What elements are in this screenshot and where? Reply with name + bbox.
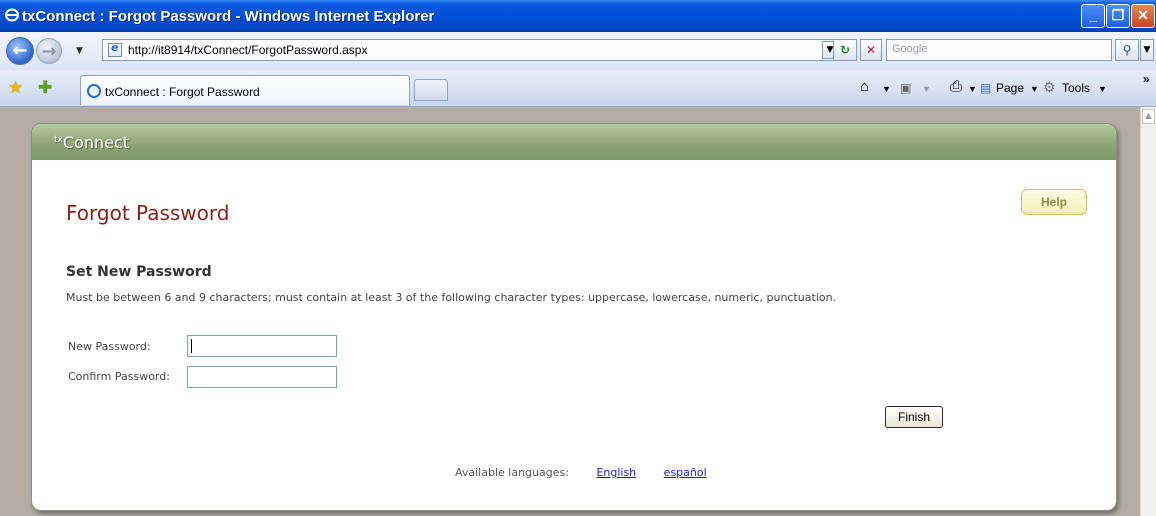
- page-menu-button[interactable]: Page: [996, 81, 1024, 95]
- vertical-scrollbar[interactable]: ▲: [1140, 107, 1156, 516]
- page-icon-toolbar: ▤: [980, 81, 992, 95]
- search-options-button[interactable]: ▼: [1140, 39, 1154, 61]
- home-dropdown-icon[interactable]: ▼: [882, 84, 891, 94]
- home-icon[interactable]: ⌂: [860, 78, 869, 95]
- stop-button[interactable]: ✕: [860, 39, 882, 61]
- confirm-password-label: Confirm Password:: [68, 370, 170, 383]
- gear-icon: ⚙: [1043, 79, 1056, 95]
- address-toolbar: ← → ▼ http://it8914/txConnect/ForgotPass…: [0, 32, 1156, 70]
- tools-menu-button[interactable]: Tools: [1062, 81, 1090, 95]
- tab-toolbar: ★ ✚ txConnect : Forgot Password ⌂ ▼ ▣ ▼ …: [0, 70, 1156, 107]
- close-button[interactable]: ✕: [1131, 4, 1155, 28]
- print-dropdown-icon[interactable]: ▼: [968, 84, 977, 94]
- content-card: txConnect Forgot Password Help Set New P…: [31, 123, 1117, 511]
- finish-button[interactable]: Finish: [885, 406, 943, 428]
- overflow-chevron-icon[interactable]: »: [1143, 72, 1150, 86]
- page-title: Forgot Password: [66, 201, 230, 225]
- help-button[interactable]: Help: [1021, 189, 1087, 215]
- feeds-dropdown-icon[interactable]: ▼: [922, 84, 931, 94]
- address-input[interactable]: http://it8914/txConnect/ForgotPassword.a…: [102, 39, 848, 61]
- address-url: http://it8914/txConnect/ForgotPassword.a…: [128, 43, 368, 57]
- internet-explorer-icon: [5, 8, 19, 22]
- new-password-field[interactable]: [187, 335, 337, 357]
- restore-button[interactable]: ❐: [1106, 4, 1130, 28]
- forward-arrow-icon: →: [41, 41, 57, 62]
- language-link-english[interactable]: English: [596, 466, 636, 479]
- tab-label: txConnect : Forgot Password: [105, 85, 260, 99]
- brand-logo: txConnect: [54, 133, 130, 152]
- scroll-up-icon[interactable]: ▲: [1142, 109, 1155, 124]
- back-arrow-icon: ←: [12, 40, 28, 61]
- card-header: txConnect: [32, 124, 1116, 160]
- tools-dropdown-icon[interactable]: ▼: [1098, 84, 1107, 94]
- add-favorite-icon[interactable]: ✚: [38, 78, 52, 98]
- feeds-icon[interactable]: ▣: [900, 81, 911, 95]
- favorites-star-icon[interactable]: ★: [8, 78, 23, 98]
- tab-active[interactable]: txConnect : Forgot Password: [80, 75, 410, 105]
- page-dropdown-icon[interactable]: ▼: [1030, 84, 1039, 94]
- window-title: txConnect : Forgot Password - Windows In…: [22, 8, 435, 25]
- refresh-button[interactable]: ↻: [833, 39, 857, 61]
- history-dropdown-icon[interactable]: ▼: [76, 46, 83, 56]
- password-requirements: Must be between 6 and 9 characters; must…: [66, 291, 837, 304]
- search-button[interactable]: ⚲: [1115, 39, 1139, 61]
- forward-button[interactable]: →: [36, 38, 62, 64]
- new-password-label: New Password:: [68, 340, 151, 353]
- print-icon[interactable]: ⎙: [950, 78, 962, 95]
- new-tab-button[interactable]: [414, 79, 448, 101]
- search-input[interactable]: Google: [886, 39, 1112, 61]
- language-selector: Available languages: English español: [455, 466, 707, 479]
- section-title: Set New Password: [66, 264, 212, 280]
- page-icon: [108, 41, 122, 57]
- tab-ie-icon: [87, 84, 101, 98]
- language-link-espanol[interactable]: español: [664, 466, 707, 479]
- languages-label: Available languages:: [455, 466, 569, 479]
- minimize-button[interactable]: _: [1081, 4, 1105, 28]
- confirm-password-field[interactable]: [187, 366, 337, 388]
- window-titlebar: txConnect : Forgot Password - Windows In…: [0, 0, 1156, 32]
- back-button[interactable]: ←: [6, 37, 34, 65]
